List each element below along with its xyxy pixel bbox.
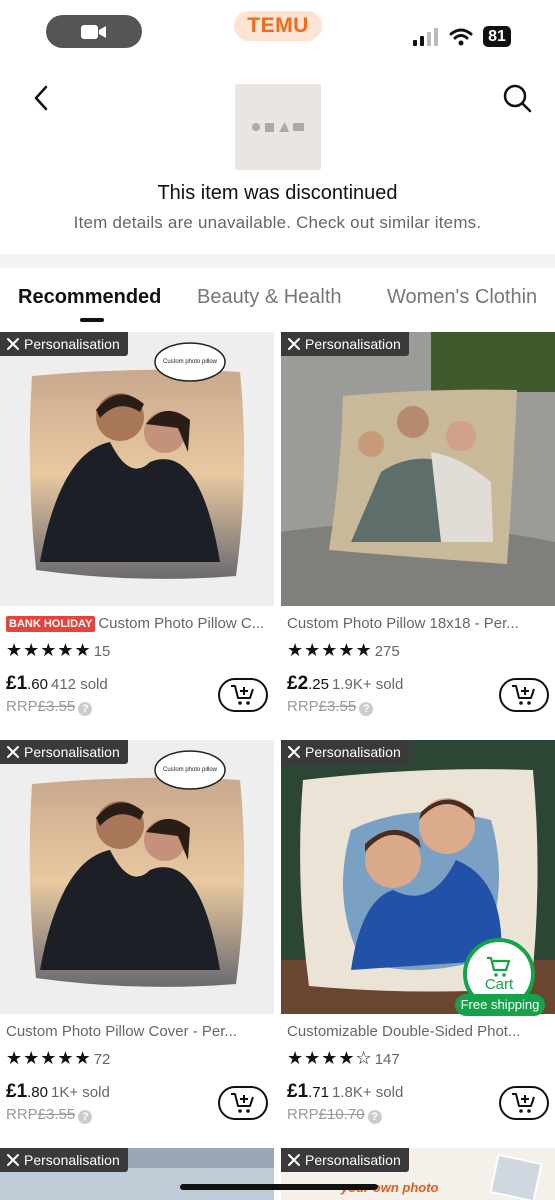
badge-label: Personalisation bbox=[305, 336, 401, 352]
review-count: 147 bbox=[374, 1051, 400, 1068]
rrp-price: RRP£3.55? bbox=[287, 698, 374, 716]
chevron-left-icon bbox=[34, 85, 48, 111]
product-title[interactable]: BANK HOLIDAY Custom Photo Pillow C... bbox=[6, 615, 270, 632]
review-count: 72 bbox=[93, 1051, 111, 1068]
battery-indicator: 81 bbox=[483, 26, 511, 47]
badge-label: Personalisation bbox=[305, 1152, 401, 1168]
price: £1.80 1K+ sold bbox=[6, 1081, 110, 1102]
info-icon: ? bbox=[367, 1110, 382, 1124]
product-title[interactable]: Customizable Double-Sided Phot... bbox=[287, 1023, 551, 1040]
status-bar: TEMU 81 bbox=[0, 0, 555, 62]
free-shipping-label: Free shipping bbox=[455, 994, 545, 1016]
price: £2.25 1.9K+ sold bbox=[287, 673, 404, 694]
image-caption: Custom photo pillow bbox=[162, 767, 218, 773]
add-to-cart-button[interactable] bbox=[218, 1086, 268, 1120]
home-indicator[interactable] bbox=[180, 1184, 378, 1190]
personalisation-badge: Personalisation bbox=[0, 740, 128, 764]
rating-stars: ★★★★★ 15 bbox=[6, 640, 111, 660]
temu-logo[interactable]: TEMU bbox=[234, 11, 322, 41]
category-tabs: Recommended Beauty & Health Women's Clot… bbox=[0, 286, 555, 322]
product-icons-placeholder bbox=[252, 122, 304, 132]
tools-icon bbox=[288, 746, 300, 758]
product-image[interactable]: your own photo Personalisation bbox=[281, 1148, 555, 1200]
rrp-price: RRP£3.55? bbox=[6, 698, 93, 716]
add-to-cart-icon bbox=[512, 685, 535, 705]
rating-stars: ★★★★★ 275 bbox=[287, 640, 400, 660]
wifi-icon bbox=[449, 28, 473, 45]
personalisation-badge: Personalisation bbox=[281, 332, 409, 356]
add-to-cart-icon bbox=[231, 1093, 254, 1113]
active-tab-indicator bbox=[80, 318, 104, 322]
sold-count: 1.9K+ sold bbox=[332, 676, 404, 693]
discontinued-item-thumbnail bbox=[235, 84, 321, 170]
badge-label: Personalisation bbox=[24, 1152, 120, 1168]
rating-stars: ★★★★☆ 147 bbox=[287, 1048, 400, 1068]
couple-pillow-image bbox=[29, 750, 245, 987]
product-card[interactable]: your own photo Personalisation bbox=[281, 1148, 555, 1200]
couple-pillow-image bbox=[29, 342, 245, 579]
tab-womens-clothing[interactable]: Women's Clothin bbox=[387, 286, 537, 309]
product-title[interactable]: Custom Photo Pillow 18x18 - Per... bbox=[287, 615, 551, 632]
add-to-cart-button[interactable] bbox=[499, 678, 549, 712]
back-button[interactable] bbox=[24, 80, 58, 116]
add-to-cart-icon bbox=[512, 1093, 535, 1113]
holiday-tag: BANK HOLIDAY bbox=[6, 616, 96, 632]
search-button[interactable] bbox=[499, 80, 535, 116]
add-to-cart-button[interactable] bbox=[218, 678, 268, 712]
tools-icon bbox=[288, 1154, 300, 1166]
info-icon: ? bbox=[359, 702, 374, 716]
product-image[interactable]: Personalisation bbox=[0, 1148, 274, 1200]
cart-label: Cart bbox=[484, 975, 514, 993]
sold-count: 1.8K+ sold bbox=[332, 1084, 404, 1101]
rrp-price: RRP£3.55? bbox=[6, 1106, 93, 1124]
info-icon: ? bbox=[78, 1110, 93, 1124]
add-to-cart-button[interactable] bbox=[499, 1086, 549, 1120]
family-pillow-image bbox=[281, 332, 555, 606]
product-image[interactable]: Custom photo pillow Personalisation bbox=[0, 740, 274, 1014]
product-image[interactable]: Personalisation bbox=[281, 332, 555, 606]
rating-stars: ★★★★★ 72 bbox=[6, 1048, 111, 1068]
personalisation-badge: Personalisation bbox=[0, 332, 128, 356]
personalisation-badge: Personalisation bbox=[281, 740, 409, 764]
price: £1.71 1.8K+ sold bbox=[287, 1081, 404, 1102]
search-icon bbox=[503, 84, 532, 113]
review-count: 275 bbox=[374, 643, 400, 660]
rrp-price: RRP£10.70? bbox=[287, 1106, 382, 1124]
badge-label: Personalisation bbox=[24, 336, 120, 352]
floating-cart-button[interactable]: Cart Free shipping bbox=[455, 938, 545, 1016]
product-card[interactable]: Personalisation bbox=[0, 1148, 274, 1200]
tools-icon bbox=[7, 338, 19, 350]
sold-count: 412 sold bbox=[51, 676, 108, 693]
shopping-cart-icon bbox=[487, 956, 511, 977]
tab-recommended[interactable]: Recommended bbox=[18, 286, 161, 309]
sold-count: 1K+ sold bbox=[51, 1084, 110, 1101]
discontinued-title: This item was discontinued bbox=[157, 182, 398, 204]
tools-icon bbox=[288, 338, 300, 350]
screen-recording-indicator[interactable] bbox=[46, 15, 142, 48]
tools-icon bbox=[7, 1154, 19, 1166]
add-to-cart-icon bbox=[231, 685, 254, 705]
section-divider bbox=[0, 254, 555, 268]
price: £1.60 412 sold bbox=[6, 673, 108, 694]
review-count: 15 bbox=[93, 643, 111, 660]
video-camera-icon bbox=[81, 24, 106, 39]
tab-beauty-health[interactable]: Beauty & Health bbox=[197, 286, 342, 309]
personalisation-badge: Personalisation bbox=[281, 1148, 409, 1172]
personalisation-badge: Personalisation bbox=[0, 1148, 128, 1172]
product-title[interactable]: Custom Photo Pillow Cover - Per... bbox=[6, 1023, 270, 1040]
discontinued-subtitle: Item details are unavailable. Check out … bbox=[73, 213, 482, 232]
image-caption: Custom photo pillow bbox=[162, 359, 218, 365]
badge-label: Personalisation bbox=[24, 744, 120, 760]
product-image[interactable]: Custom photo pillow Personalisation bbox=[0, 332, 274, 606]
cellular-signal-icon bbox=[413, 27, 438, 46]
photo-thumbnail bbox=[489, 1153, 543, 1200]
tools-icon bbox=[7, 746, 19, 758]
badge-label: Personalisation bbox=[305, 744, 401, 760]
info-icon: ? bbox=[78, 702, 93, 716]
